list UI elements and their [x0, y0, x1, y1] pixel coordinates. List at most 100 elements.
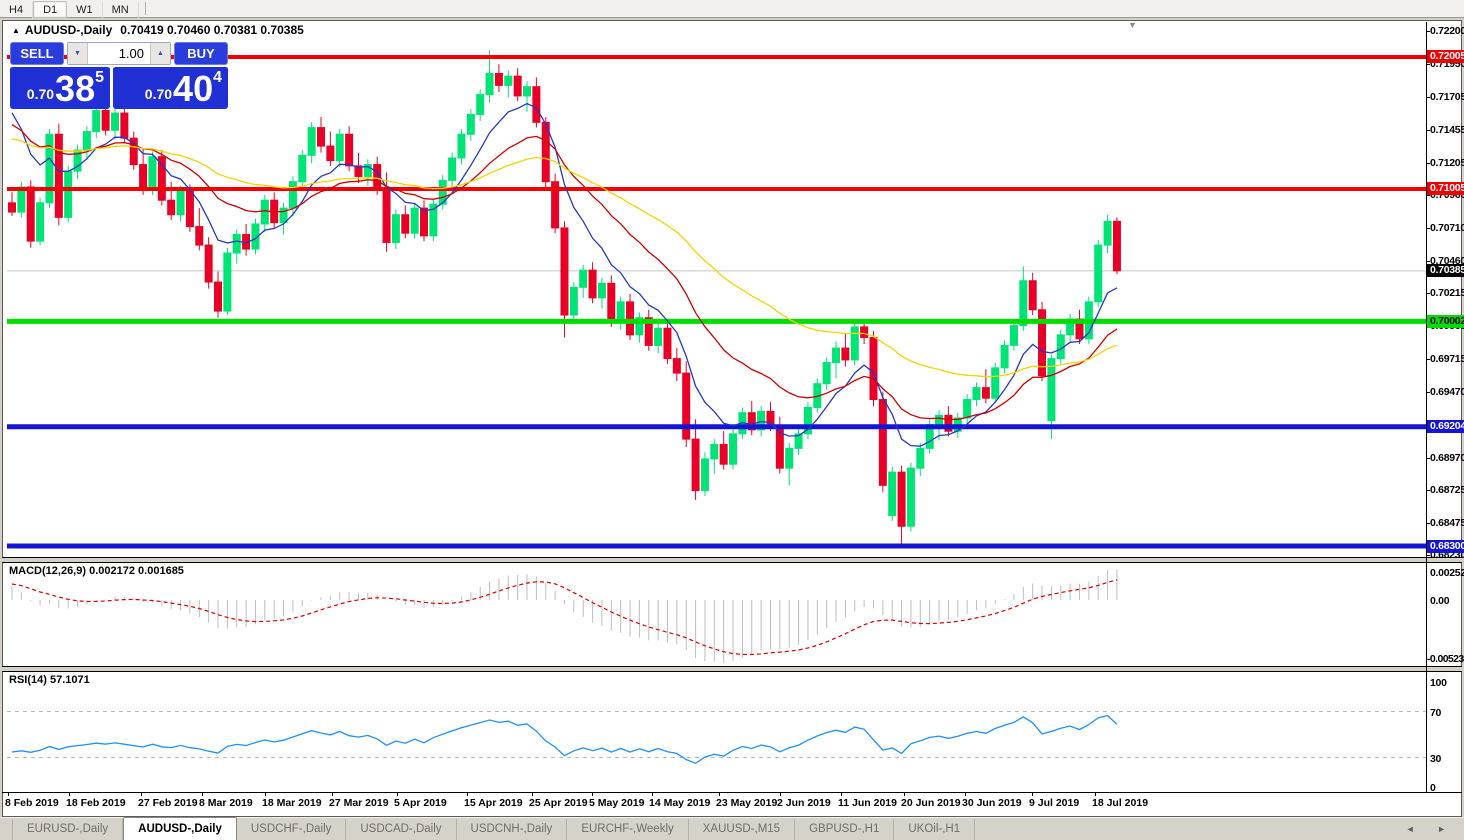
chart-tab-usdchf[interactable]: USDCHF-,Daily [237, 819, 347, 840]
chart-tab-eurchf[interactable]: EURCHF-,Weekly [567, 819, 689, 840]
sell-price-button[interactable]: 0.70 38 5 [10, 66, 110, 109]
macd-indicator-label: MACD(12,26,9) 0.002172 0.001685 [9, 565, 184, 577]
macd-axis-label: 0.002524 [1430, 567, 1464, 579]
price-axis-label: 0.70710 [1430, 222, 1464, 234]
date-axis-tick [397, 793, 398, 796]
date-axis-label: 9 Jul 2019 [1029, 797, 1080, 809]
sell-price-big: 38 [55, 68, 96, 109]
chart-tab-usdcad[interactable]: USDCAD-,Daily [346, 819, 457, 840]
volume-spinner: ▼ ▲ [67, 42, 171, 65]
chart-shift-marker-icon[interactable]: ▼ [1128, 20, 1137, 30]
timeframe-button-D1[interactable]: D1 [33, 1, 68, 18]
chart-title-symbol: AUDUSD-,Daily [24, 23, 113, 37]
chart-tab-ukoil[interactable]: UKOil-,H1 [894, 819, 976, 840]
date-axis-label: 2 Jun 2019 [777, 797, 831, 809]
date-axis-tick [780, 793, 781, 796]
volume-input[interactable] [88, 43, 150, 64]
date-axis-label: 18 Mar 2019 [262, 797, 322, 809]
chart-tab-audusd[interactable]: AUDUSD-,Daily [123, 817, 237, 840]
date-axis-tick [965, 793, 966, 796]
rsi-axis-label: 70 [1430, 707, 1442, 719]
rsi-axis-label: 0 [1430, 782, 1436, 794]
macd-axis-label: -0.005234 [1427, 653, 1464, 665]
price-level-badge: 0.68300 [1427, 540, 1464, 553]
date-axis-tick [719, 793, 720, 796]
price-axis-label: 0.71205 [1430, 157, 1464, 169]
price-axis-label: 0.72200 [1430, 25, 1464, 37]
price-level-badge: 0.69204 [1427, 420, 1464, 433]
date-axis-label: 8 Mar 2019 [199, 797, 253, 809]
price-axis-label: 0.71455 [1430, 124, 1464, 136]
date-axis-label: 15 Apr 2019 [464, 797, 523, 809]
date-axis-tick [904, 793, 905, 796]
date-axis-tick [592, 793, 593, 796]
date-axis-label: 8 Feb 2019 [5, 797, 59, 809]
timeframe-button-W1[interactable]: W1 [67, 2, 103, 19]
macd-name: MACD(12,26,9) [9, 565, 87, 577]
timeframe-button-MN[interactable]: MN [103, 2, 139, 19]
date-axis-label: 11 Jun 2019 [838, 797, 897, 809]
price-level-badge: 0.70002 [1427, 315, 1464, 328]
pane-divider [2, 671, 1462, 672]
rsi-name: RSI(14) [9, 674, 47, 686]
price-axis-label: 0.70215 [1430, 287, 1464, 299]
price-axis-label: 0.69470 [1430, 386, 1464, 398]
date-axis-tick [1095, 793, 1096, 796]
one-click-trading-panel: SELL ▼ ▲ BUY 0.70 38 5 0.70 40 4 [10, 42, 228, 109]
price-level-badge: 0.72005 [1427, 50, 1464, 63]
timeframe-toolbar: H4 D1 W1 MN [0, 0, 1464, 19]
chart-tab-usdcnh[interactable]: USDCNH-,Daily [457, 819, 568, 840]
pane-divider [2, 562, 1462, 563]
date-axis-tick [69, 793, 70, 796]
date-axis-tick [141, 793, 142, 796]
date-axis-label: 30 Jun 2019 [962, 797, 1022, 809]
chart-tab-xauusd[interactable]: XAUUSD-,M15 [689, 819, 796, 840]
chart-tab-eurusd[interactable]: EURUSD-,Daily [12, 819, 124, 840]
symbol-arrow-icon: ▲ [12, 26, 20, 35]
date-axis-tick [8, 793, 9, 796]
price-level-badge: 0.71005 [1427, 182, 1464, 195]
date-axis-tick [532, 793, 533, 796]
chart-title: ▲ AUDUSD-,Daily 0.70419 0.70460 0.70381 0.… [12, 23, 304, 37]
buy-price-sup: 4 [213, 69, 222, 86]
rsi-axis-label: 30 [1430, 753, 1442, 765]
date-axis-tick [332, 793, 333, 796]
tab-scroll-arrows-icon[interactable]: ◄ ► [1406, 824, 1456, 834]
price-axis-label: 0.69715 [1430, 353, 1464, 365]
buy-price-button[interactable]: 0.70 40 4 [113, 66, 228, 109]
rsi-axis-label: 100 [1430, 677, 1447, 689]
date-axis-label: 14 May 2019 [649, 797, 711, 809]
buy-price-prefix: 0.70 [144, 86, 173, 102]
price-axis-label: 0.71705 [1430, 91, 1464, 103]
chart-tab-gbpusd[interactable]: GBPUSD-,H1 [795, 819, 895, 840]
price-axis-label: 0.68970 [1430, 452, 1464, 464]
sell-button[interactable]: SELL [10, 42, 64, 65]
date-axis-label: 20 Jun 2019 [901, 797, 961, 809]
date-axis-tick [467, 793, 468, 796]
price-axis-divider [1426, 22, 1427, 793]
date-axis-tick [265, 793, 266, 796]
toolbar-separator [144, 2, 146, 16]
buy-button[interactable]: BUY [174, 42, 228, 65]
price-level-badge: 0.70385 [1427, 264, 1464, 277]
date-axis-tick [652, 793, 653, 796]
date-axis-tick [1032, 793, 1033, 796]
macd-main-value: 0.002172 [89, 565, 135, 577]
rsi-value: 57.1071 [49, 674, 90, 686]
macd-signal-value: 0.001685 [138, 565, 184, 577]
date-axis-tick [841, 793, 842, 796]
date-axis-label: 18 Feb 2019 [66, 797, 126, 809]
price-chart-canvas[interactable] [0, 0, 1464, 840]
price-axis-label: 0.68475 [1430, 517, 1464, 529]
date-axis-label: 23 May 2019 [716, 797, 778, 809]
sell-price-sup: 5 [95, 69, 104, 86]
volume-increase-icon[interactable]: ▲ [150, 43, 170, 64]
timeframe-button-H4[interactable]: H4 [0, 2, 34, 19]
date-axis-label: 5 May 2019 [589, 797, 645, 809]
rsi-indicator-label: RSI(14) 57.1071 [9, 674, 90, 686]
volume-decrease-icon[interactable]: ▼ [68, 43, 88, 64]
chart-title-ohlc: 0.70419 0.70460 0.70381 0.70385 [120, 23, 304, 37]
sell-price-prefix: 0.70 [26, 86, 55, 102]
date-axis-label: 25 Apr 2019 [529, 797, 588, 809]
chart-tab-bar: EURUSD-,Daily AUDUSD-,Daily USDCHF-,Daily U… [0, 817, 1464, 840]
